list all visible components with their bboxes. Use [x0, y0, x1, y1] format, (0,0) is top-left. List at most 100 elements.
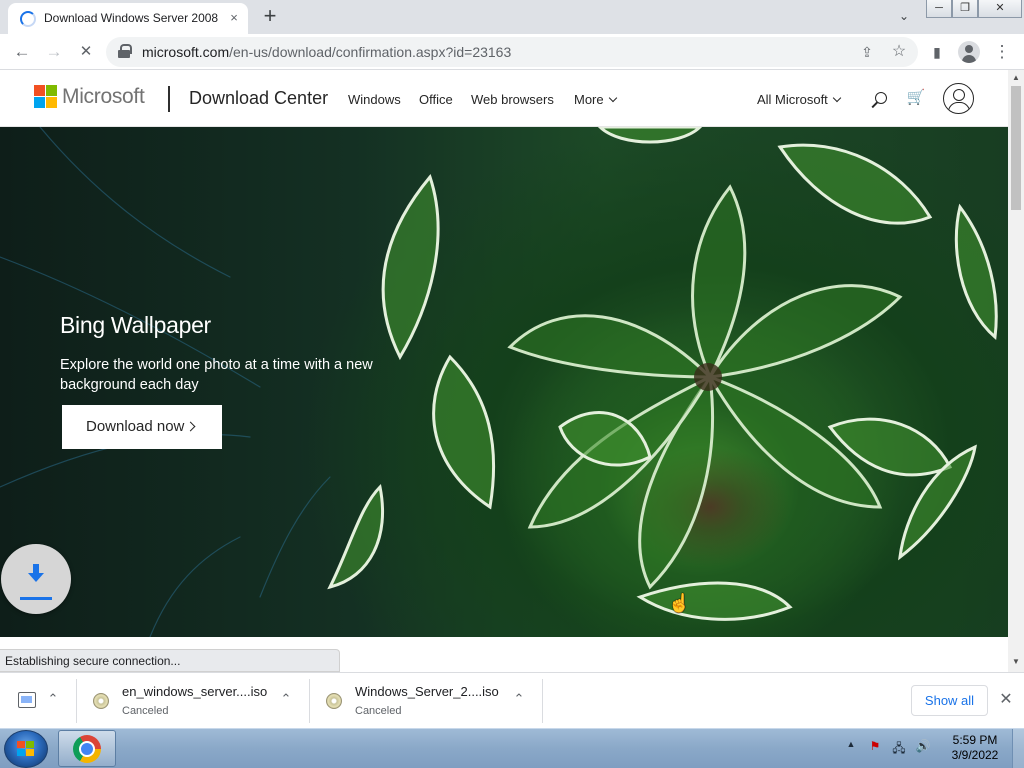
nav-office[interactable]: Office: [419, 92, 453, 107]
hero-description: Explore the world one photo at a time wi…: [60, 357, 373, 393]
download-filename: en_windows_server....iso: [122, 684, 268, 699]
show-all-button[interactable]: Show all: [911, 685, 988, 716]
windows-taskbar: ▲ ⚑ 🖧 🔊 5:59 PM 3/9/2022: [0, 728, 1024, 768]
lock-icon[interactable]: [118, 44, 132, 58]
leaf-shape: [381, 173, 440, 361]
site-title[interactable]: Download Center: [189, 88, 328, 109]
brand-name[interactable]: Microsoft: [62, 85, 145, 109]
page-scrollbar[interactable]: ▲ ▼: [1008, 70, 1024, 672]
chevron-up-icon[interactable]: ⌃: [512, 691, 526, 707]
bookmark-star-icon[interactable]: ☆: [888, 41, 910, 63]
disc-image-icon: [326, 693, 342, 709]
header-divider: [168, 86, 170, 112]
status-bubble: Establishing secure connection...: [0, 649, 340, 672]
chevron-down-icon: [832, 93, 842, 103]
windows-logo-icon: [17, 741, 35, 757]
close-window-button[interactable]: ✕: [978, 0, 1022, 18]
flag-green: [26, 741, 34, 748]
window-controls: ─ ❐ ✕: [926, 0, 1022, 18]
clock-time: 5:59 PM: [952, 733, 998, 747]
cart-icon[interactable]: 🛒: [906, 88, 926, 106]
logo-square-green: [46, 85, 57, 96]
all-microsoft-menu[interactable]: All Microsoft: [757, 92, 842, 107]
address-bar[interactable]: microsoft.com/en-us/download/confirmatio…: [106, 37, 918, 67]
loading-spinner-icon: [20, 11, 36, 27]
browser-toolbar: ← → ✕ microsoft.com/en-us/download/confi…: [0, 34, 1024, 70]
logo-square-yellow: [46, 97, 57, 108]
chevron-right-icon: [185, 421, 196, 432]
hand-cursor-icon: ☝: [668, 593, 691, 613]
shelf-divider: [542, 679, 543, 723]
page-download-icon[interactable]: [18, 692, 36, 708]
download-now-label: Download now: [86, 418, 185, 435]
side-panel-icon[interactable]: ▮: [926, 41, 948, 63]
download-shelf: ⌃ en_windows_server....iso Canceled ⌃ Wi…: [0, 672, 1024, 728]
site-header: Microsoft Download Center Windows Office…: [0, 70, 1008, 127]
download-now-button[interactable]: Download now: [62, 405, 222, 449]
flag-yellow: [26, 749, 34, 756]
download-filename: Windows_Server_2....iso: [355, 684, 499, 699]
nav-more[interactable]: More: [574, 92, 617, 107]
maximize-button[interactable]: ❐: [952, 0, 978, 18]
floating-download-button[interactable]: [1, 544, 71, 614]
chevron-up-icon[interactable]: ⌃: [46, 691, 60, 711]
start-button[interactable]: [4, 730, 48, 768]
tab-close-icon[interactable]: ×: [225, 9, 243, 27]
logo-square-blue: [34, 97, 45, 108]
chevron-up-icon[interactable]: ⌃: [279, 691, 293, 707]
nav-web-browsers[interactable]: Web browsers: [471, 92, 554, 107]
download-item[interactable]: Windows_Server_2....iso Canceled ⌃: [309, 673, 542, 729]
flag-red: [17, 741, 25, 748]
microsoft-logo-icon[interactable]: [34, 85, 57, 108]
url-text[interactable]: microsoft.com/en-us/download/confirmatio…: [142, 44, 511, 60]
download-arrow-icon: [28, 564, 44, 584]
share-icon[interactable]: ⇪: [856, 41, 878, 63]
leaf-shape: [327, 483, 385, 590]
all-microsoft-label: All Microsoft: [757, 92, 828, 107]
profile-avatar-icon[interactable]: [958, 41, 980, 63]
url-path: /en-us/download/confirmation.aspx?id=231…: [229, 44, 512, 60]
download-status: Canceled: [122, 705, 169, 717]
disc-image-icon: [93, 693, 109, 709]
download-item[interactable]: en_windows_server....iso Canceled ⌃: [76, 673, 309, 729]
close-shelf-icon[interactable]: ✕: [996, 689, 1016, 711]
leaf-shape: [954, 203, 998, 340]
nav-more-label: More: [574, 92, 604, 107]
scroll-down-icon[interactable]: ▼: [1011, 657, 1021, 666]
show-desktop-button[interactable]: [1012, 729, 1024, 768]
search-icon[interactable]: [870, 92, 888, 110]
hero-title: Bing Wallpaper: [60, 312, 211, 338]
taskbar-chrome-button[interactable]: [58, 730, 116, 767]
stop-loading-icon[interactable]: ✕: [75, 41, 97, 63]
action-center-icon[interactable]: ⚑: [866, 739, 884, 757]
tab-search-icon[interactable]: ⌄: [894, 9, 914, 25]
hero-banner: Bing Wallpaper Explore the world one pho…: [0, 127, 1008, 637]
chevron-down-icon: [608, 93, 617, 103]
leaf-vein: [149, 536, 241, 637]
network-icon[interactable]: 🖧: [890, 739, 908, 757]
minimize-button[interactable]: ─: [926, 0, 952, 18]
leaf-shape: [777, 143, 933, 225]
browser-menu-icon[interactable]: ⋮: [991, 41, 1013, 63]
back-icon[interactable]: ←: [11, 41, 33, 63]
leaf-vein: [39, 127, 231, 278]
forward-icon[interactable]: →: [43, 41, 65, 63]
browser-tab[interactable]: Download Windows Server 2008 ×: [8, 3, 248, 34]
tab-title: Download Windows Server 2008: [44, 11, 219, 25]
show-hidden-icons[interactable]: ▲: [842, 739, 860, 757]
clock-date: 3/9/2022: [951, 748, 999, 762]
tab-strip: Download Windows Server 2008 × + ⌄ ─ ❐ ✕: [0, 0, 1024, 34]
logo-square-red: [34, 85, 45, 96]
scrollbar-thumb[interactable]: [1011, 86, 1021, 210]
system-clock[interactable]: 5:59 PM 3/9/2022: [944, 733, 1006, 763]
scroll-up-icon[interactable]: ▲: [1011, 73, 1021, 82]
url-host: microsoft.com: [142, 44, 230, 60]
volume-icon[interactable]: 🔊: [914, 739, 932, 757]
account-icon[interactable]: [943, 83, 974, 114]
download-underline: [20, 597, 52, 600]
nav-windows[interactable]: Windows: [348, 92, 401, 107]
page-viewport: Microsoft Download Center Windows Office…: [0, 70, 1024, 672]
flag-blue: [17, 749, 25, 756]
leaf-shape: [636, 581, 793, 621]
new-tab-button[interactable]: +: [258, 5, 282, 29]
